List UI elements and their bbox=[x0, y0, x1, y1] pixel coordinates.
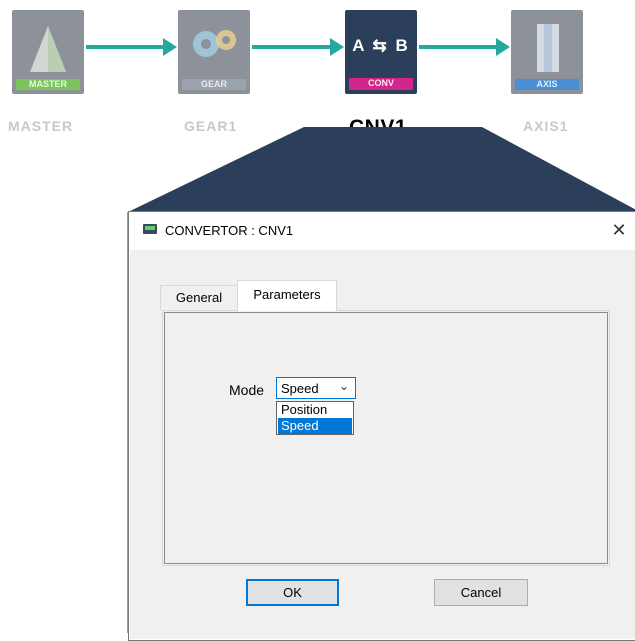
axis-tile-text: AXIS bbox=[515, 79, 579, 90]
node-label-convertor: CNV1 bbox=[349, 116, 408, 139]
panel-border bbox=[164, 312, 608, 564]
master-tile-text: MASTER bbox=[16, 79, 80, 90]
arrow-right-icon bbox=[330, 38, 344, 56]
mode-label: Mode bbox=[229, 382, 265, 398]
mode-dropdown-list: Position Speed bbox=[276, 401, 354, 435]
convertor-tile-text: CONV bbox=[349, 78, 413, 90]
connector-line bbox=[419, 45, 499, 49]
arrow-right-icon bbox=[163, 38, 177, 56]
arrow-right-icon bbox=[496, 38, 510, 56]
node-gear[interactable]: GEAR bbox=[178, 10, 250, 94]
node-label-axis: AXIS1 bbox=[523, 118, 569, 134]
close-button[interactable]: ✕ bbox=[607, 218, 631, 242]
connector-line bbox=[86, 45, 166, 49]
gear-tile-text: GEAR bbox=[182, 79, 246, 90]
mode-select-value: Speed bbox=[281, 381, 319, 396]
title-bar[interactable]: CONVERTOR : CNV1 ✕ bbox=[129, 212, 635, 250]
dialog-client-area: General Parameters Mode Speed ⌄ Position… bbox=[130, 250, 635, 639]
dropdown-option-speed[interactable]: Speed bbox=[278, 418, 352, 434]
ok-button[interactable]: OK bbox=[246, 579, 339, 606]
cancel-button[interactable]: Cancel bbox=[434, 579, 528, 606]
mode-select[interactable]: Speed ⌄ bbox=[276, 377, 356, 399]
dropdown-option-position[interactable]: Position bbox=[278, 402, 352, 418]
dialog-title: CONVERTOR : CNV1 bbox=[165, 223, 294, 238]
connector-line bbox=[252, 45, 332, 49]
tab-parameters[interactable]: Parameters bbox=[237, 280, 337, 311]
parameters-panel bbox=[162, 310, 610, 566]
node-label-master: MASTER bbox=[8, 118, 74, 134]
node-axis[interactable]: AXIS bbox=[511, 10, 583, 94]
node-label-gear: GEAR1 bbox=[184, 118, 238, 134]
tab-general[interactable]: General bbox=[160, 285, 238, 310]
convertor-dialog: CONVERTOR : CNV1 ✕ General Parameters Mo… bbox=[128, 211, 635, 641]
node-master[interactable]: MASTER bbox=[12, 10, 84, 94]
chevron-down-icon: ⌄ bbox=[338, 379, 349, 393]
convertor-glyph: A ⇆ B bbox=[352, 36, 410, 55]
node-convertor[interactable]: A ⇆ B CONV bbox=[345, 10, 417, 94]
convertor-window-icon bbox=[143, 224, 157, 234]
